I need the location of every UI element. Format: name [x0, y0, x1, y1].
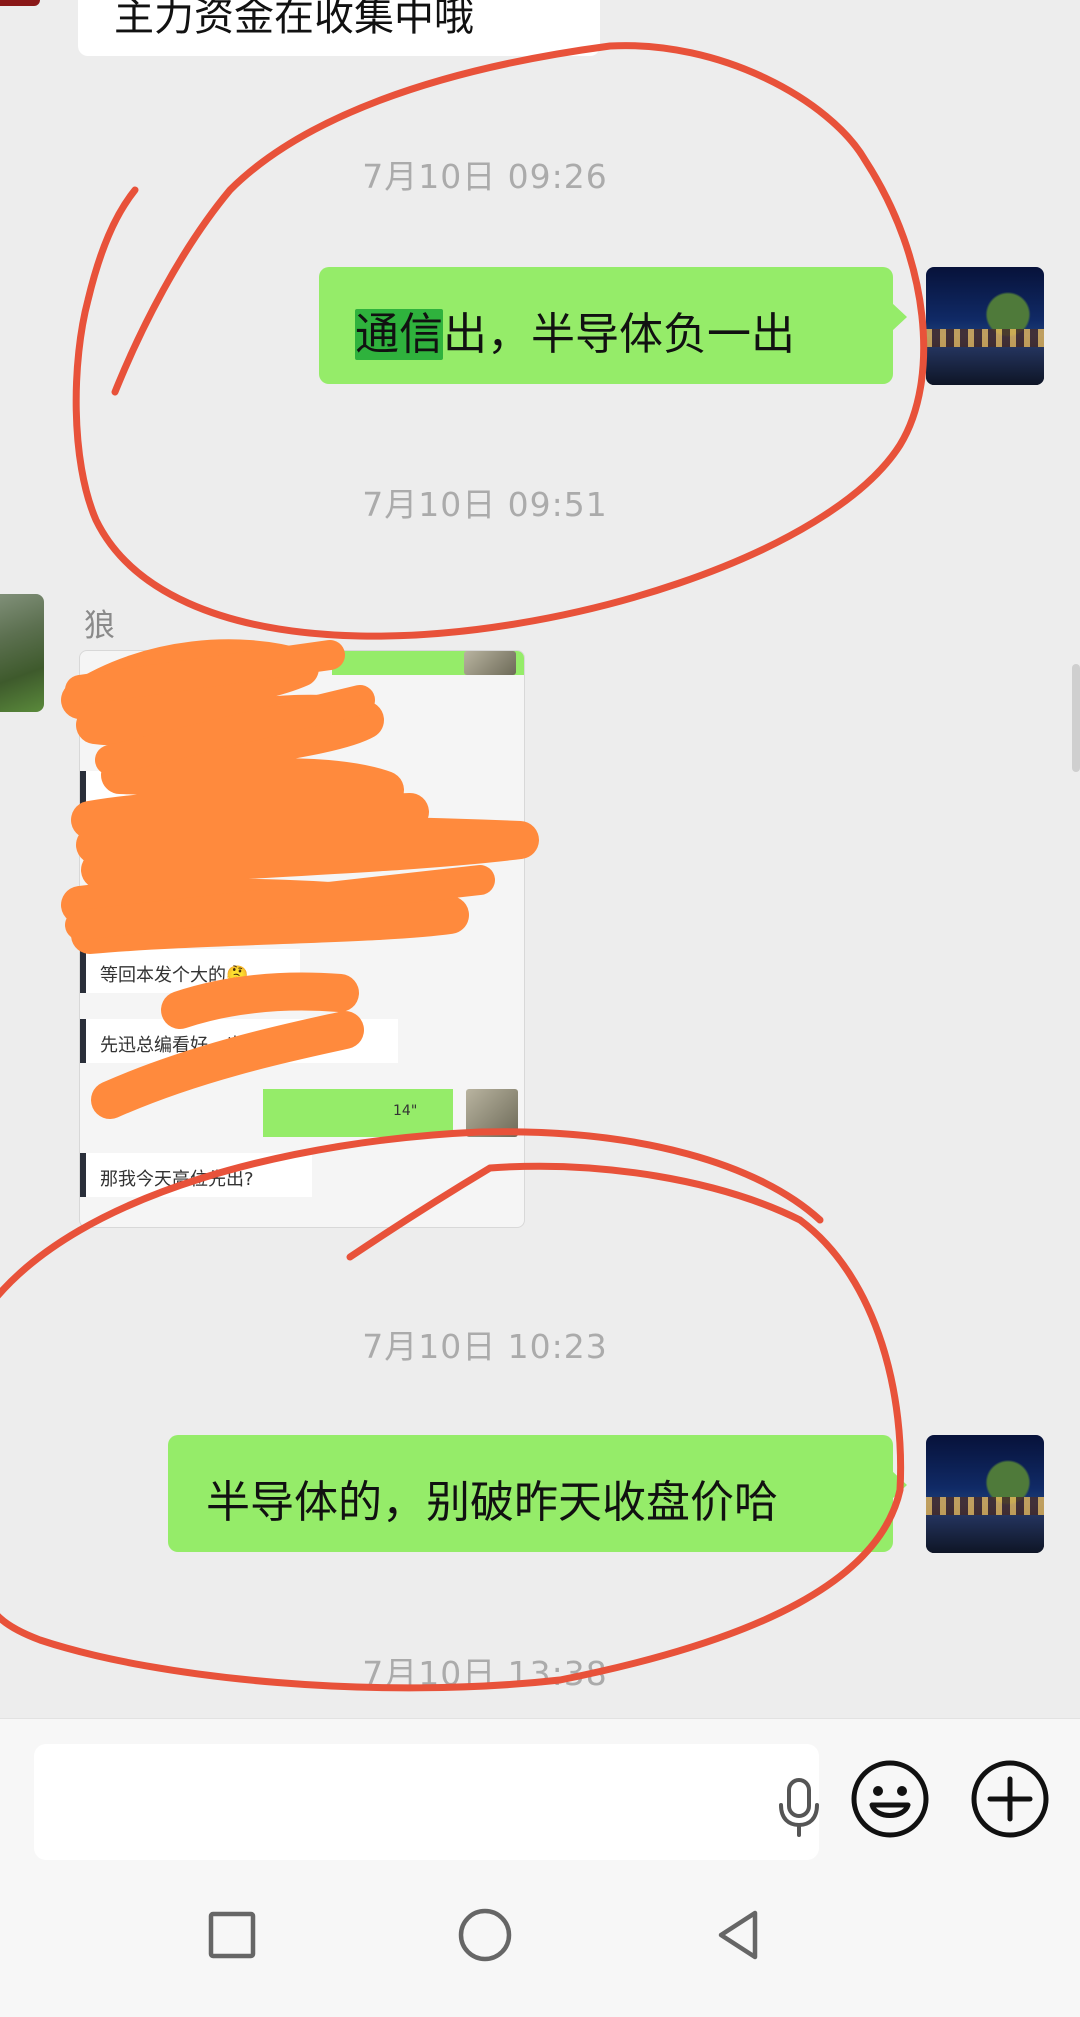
message-text: 主力资金在收集中哦 — [114, 0, 474, 40]
scrollbar[interactable] — [1072, 664, 1080, 772]
message-bubble-self[interactable]: 半导体的，别破昨天收盘价哈 — [168, 1435, 907, 1552]
timestamp: 7月10日 13:38 — [362, 1654, 608, 1693]
message-input[interactable] — [34, 1744, 736, 1862]
message-bubble-partial[interactable]: 主力资金在收集中哦 — [78, 0, 600, 56]
thumbnail-avatar — [466, 1089, 518, 1137]
timestamp: 7月10日 09:51 — [362, 485, 608, 524]
triangle-back-icon[interactable] — [703, 1900, 773, 1970]
microphone-icon[interactable] — [776, 1777, 822, 1837]
message-text: 出，半导体负一出 — [443, 309, 795, 360]
input-bar — [0, 1718, 1080, 1867]
chat-area[interactable]: 主力资金在收集中哦 7月10日 09:26 通信出，半导体负一出 7月10日 0… — [0, 0, 1080, 1718]
timestamp: 7月10日 10:23 — [362, 1327, 608, 1366]
image-row: 那我今天高位先出? — [80, 1153, 312, 1197]
thumbnail-avatar — [464, 651, 516, 675]
highlighted-text: 通信 — [355, 309, 443, 360]
avatar-self[interactable] — [926, 1435, 1044, 1553]
image-row: 先迅总编看好，出啊? — [80, 1019, 398, 1063]
image-message[interactable]: 9" 威武 等回本发个大的🤔 先迅总编看好，出啊? 14" 那我今天高位先出? — [79, 650, 525, 1228]
circle-icon[interactable] — [450, 1900, 520, 1970]
avatar-self[interactable] — [926, 267, 1044, 385]
top-edge-marker — [0, 0, 40, 6]
voice-bubble-in-image: 14" — [263, 1089, 453, 1137]
sender-name: 狼 — [84, 608, 115, 644]
timestamp: 7月10日 09:26 — [362, 157, 608, 196]
avatar-other[interactable] — [0, 594, 44, 712]
message-text: 半导体的，别破昨天收盘价哈 — [206, 1477, 778, 1528]
message-input-box[interactable] — [34, 1744, 822, 1862]
image-row: 威武 — [80, 771, 218, 815]
square-icon[interactable] — [197, 1900, 267, 1970]
message-bubble-self[interactable]: 通信出，半导体负一出 — [319, 267, 907, 384]
smiley-icon[interactable] — [850, 1759, 930, 1839]
plus-circle-icon[interactable] — [970, 1759, 1050, 1839]
system-nav-bar — [0, 1866, 1080, 2017]
image-row: 等回本发个大的🤔 — [80, 949, 300, 993]
